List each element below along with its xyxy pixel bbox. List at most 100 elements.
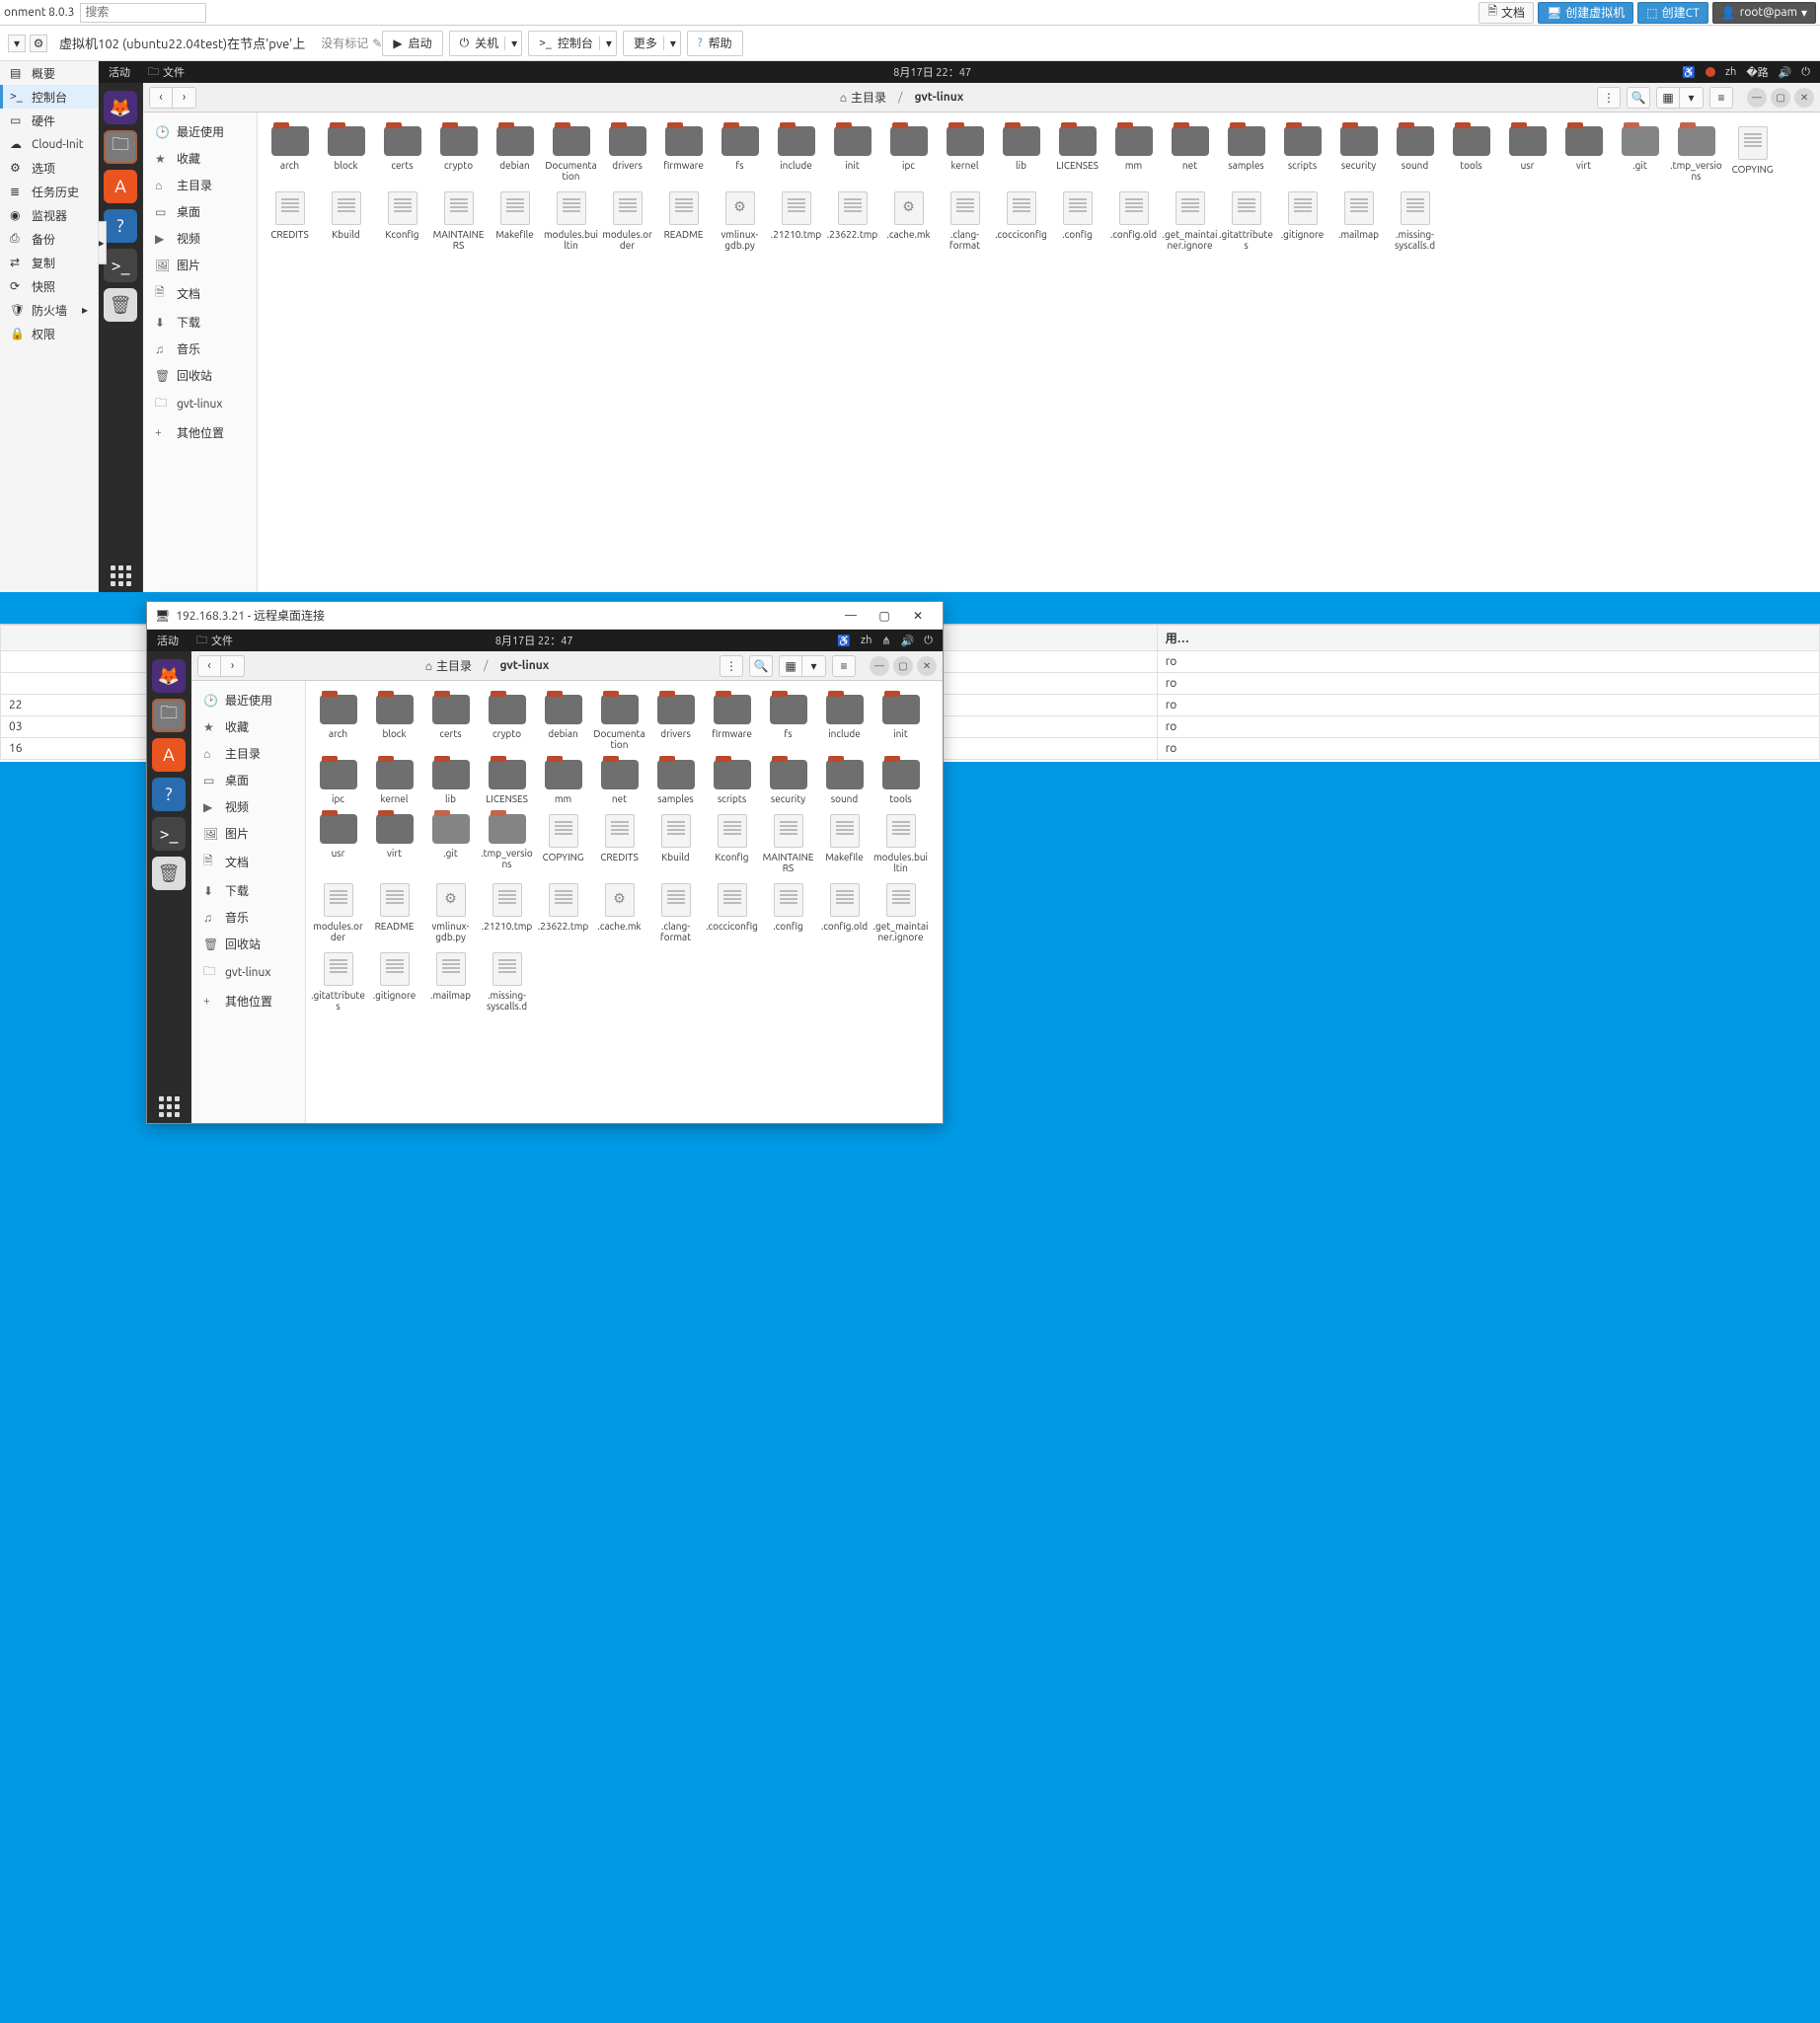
help-button[interactable]: ?帮助 [687, 31, 743, 56]
view-grid-button[interactable]: ▦ [1656, 87, 1680, 109]
ubuntu-desktop-vnc[interactable]: 活动 🗀文件 8月17日 22：47 ♿ zh �路 🔊 ⏻ 🦊 🗀 A [99, 61, 1820, 592]
shutdown-button[interactable]: ⏻关机▾ [449, 31, 523, 56]
search-button[interactable]: 🔍 [749, 655, 773, 677]
input-lang[interactable]: zh [1725, 66, 1736, 78]
sidenav-item-复制[interactable]: ⇄复制 [0, 251, 98, 274]
dock-software-icon[interactable]: A [104, 170, 137, 203]
dock-firefox-icon[interactable]: 🦊 [152, 659, 186, 693]
view-dropdown-button[interactable]: ▾ [802, 655, 826, 677]
file-item[interactable]: certs [374, 126, 430, 182]
dock-trash-icon[interactable]: 🗑 [104, 288, 137, 322]
sidenav-item-权限[interactable]: 🔒权限 [0, 322, 98, 345]
file-item[interactable]: mm [535, 760, 591, 804]
place-收藏[interactable]: ★收藏 [143, 145, 257, 172]
tree-view-toggle[interactable]: ▾ [8, 35, 26, 52]
file-item[interactable]: .missing-syscalls.d [1387, 191, 1443, 251]
place-文档[interactable]: 🗎文档 [191, 847, 305, 877]
file-item[interactable]: tools [872, 760, 929, 804]
sidenav-item-硬件[interactable]: ▭硬件 [0, 109, 98, 132]
sidebar-expand-handle[interactable]: ▸ [99, 221, 107, 264]
file-item[interactable]: modules.builtin [543, 191, 599, 251]
nautilus-filegrid[interactable]: archblockcertscryptodebianDocumentationd… [306, 681, 943, 1123]
file-item[interactable]: CREDITS [591, 814, 647, 873]
file-item[interactable]: .gitignore [1274, 191, 1330, 251]
place-桌面[interactable]: ▭桌面 [191, 767, 305, 793]
file-item[interactable]: include [816, 695, 872, 750]
view-dropdown-button[interactable]: ▾ [1680, 87, 1704, 109]
place-音乐[interactable]: ♫音乐 [143, 336, 257, 362]
file-item[interactable]: .23622.tmp [535, 883, 591, 942]
file-item[interactable]: .23622.tmp [824, 191, 880, 251]
app-menu[interactable]: 🗀文件 [140, 63, 192, 82]
nav-forward-button[interactable]: › [221, 655, 245, 677]
file-item[interactable]: vmlinux-gdb.py [422, 883, 479, 942]
rdp-minimize-button[interactable]: — [834, 604, 868, 628]
file-item[interactable]: .cocciconfig [993, 191, 1049, 251]
file-item[interactable]: samples [1218, 126, 1274, 182]
file-item[interactable]: .cache.mk [880, 191, 937, 251]
file-item[interactable]: Makefile [487, 191, 543, 251]
sidenav-item-快照[interactable]: ⟳快照 [0, 274, 98, 298]
file-item[interactable]: virt [1555, 126, 1612, 182]
file-item[interactable]: security [1330, 126, 1387, 182]
breadcrumb-current[interactable]: gvt-linux [908, 89, 969, 106]
dock-software-icon[interactable]: A [152, 738, 186, 772]
file-item[interactable]: sound [1387, 126, 1443, 182]
sidenav-item-控制台[interactable]: >_控制台 [0, 85, 98, 109]
file-item[interactable]: crypto [479, 695, 535, 750]
power-icon[interactable]: ⏻ [924, 635, 933, 647]
breadcrumb-current[interactable]: gvt-linux [493, 657, 555, 674]
file-item[interactable]: .clang-format [937, 191, 993, 251]
hamburger-location-button[interactable]: ⋮ [720, 655, 743, 677]
place-视频[interactable]: ▶视频 [191, 793, 305, 820]
network-icon[interactable]: ⋔ [881, 635, 890, 647]
file-item[interactable]: COPYING [1724, 126, 1781, 182]
file-item[interactable]: net [591, 760, 647, 804]
settings-toggle[interactable]: ⚙ [30, 35, 47, 52]
file-item[interactable]: firmware [704, 695, 760, 750]
place-下载[interactable]: ⬇下载 [191, 877, 305, 904]
file-item[interactable]: sound [816, 760, 872, 804]
accessibility-icon[interactable]: ♿ [1682, 66, 1696, 79]
file-item[interactable]: .cache.mk [591, 883, 647, 942]
file-item[interactable]: .git [422, 814, 479, 873]
chevron-down-icon[interactable]: ▾ [599, 37, 612, 50]
clock[interactable]: 8月17日 22：47 [241, 633, 827, 648]
dock-terminal-icon[interactable]: >_ [152, 817, 186, 851]
file-item[interactable]: .get_maintainer.ignore [872, 883, 929, 942]
file-item[interactable]: .gitattributes [1218, 191, 1274, 251]
file-item[interactable]: virt [366, 814, 422, 873]
place-gvt-linux[interactable]: 🗀gvt-linux [191, 957, 305, 988]
file-item[interactable]: .git [1612, 126, 1668, 182]
chevron-down-icon[interactable]: ▾ [504, 37, 517, 50]
rdp-window[interactable]: 🖥 192.168.3.21 - 远程桌面连接 — ▢ ✕ 活动 🗀文件 8月1… [146, 601, 944, 1124]
file-item[interactable]: Kconfig [374, 191, 430, 251]
dock-firefox-icon[interactable]: 🦊 [104, 91, 137, 124]
file-item[interactable]: usr [310, 814, 366, 873]
dock-trash-icon[interactable]: 🗑 [152, 857, 186, 890]
file-item[interactable]: kernel [366, 760, 422, 804]
nav-forward-button[interactable]: › [173, 87, 196, 109]
file-item[interactable]: .21210.tmp [479, 883, 535, 942]
window-close-button[interactable]: ✕ [917, 656, 937, 676]
create-vm-button[interactable]: 🖥创建虚拟机 [1538, 2, 1633, 24]
file-item[interactable]: .clang-format [647, 883, 704, 942]
hamburger-location-button[interactable]: ⋮ [1597, 87, 1621, 109]
file-item[interactable]: .tmp_versions [479, 814, 535, 873]
search-input[interactable] [80, 3, 206, 23]
file-item[interactable]: kernel [937, 126, 993, 182]
file-item[interactable]: lib [993, 126, 1049, 182]
power-icon[interactable]: ⏻ [1801, 66, 1810, 79]
file-item[interactable]: Documentation [543, 126, 599, 182]
sidenav-item-监视器[interactable]: ◉监视器 [0, 203, 98, 227]
file-item[interactable]: scripts [704, 760, 760, 804]
window-minimize-button[interactable]: — [1747, 88, 1767, 108]
window-maximize-button[interactable]: ▢ [893, 656, 913, 676]
dock-terminal-icon[interactable]: >_ [104, 249, 137, 282]
activities-button[interactable]: 活动 [147, 633, 189, 648]
rdp-titlebar[interactable]: 🖥 192.168.3.21 - 远程桌面连接 — ▢ ✕ [147, 602, 943, 630]
chevron-down-icon[interactable]: ▾ [663, 37, 676, 50]
file-item[interactable]: LICENSES [1049, 126, 1105, 182]
file-item[interactable]: .missing-syscalls.d [479, 952, 535, 1012]
clock[interactable]: 8月17日 22：47 [192, 64, 1672, 80]
